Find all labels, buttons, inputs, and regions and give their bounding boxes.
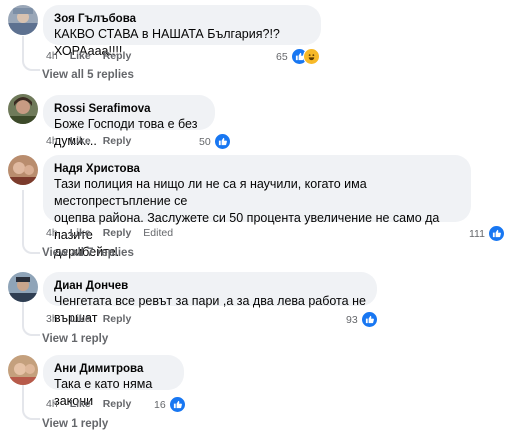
view-replies-label[interactable]: View 1 reply [42,418,108,430]
reply-button[interactable]: Reply [103,227,132,239]
thread-elbow [22,57,40,71]
like-reaction-icon [168,396,186,413]
like-reaction-icon [360,311,378,328]
thread-elbow [22,406,40,420]
reply-button[interactable]: Reply [103,135,132,147]
avatar[interactable] [8,94,38,124]
comment-bubble: Надя Христова Тази полиция на нищо ли не… [43,155,471,259]
like-button[interactable]: Like [70,398,91,410]
haha-reaction-icon [302,48,320,65]
view-replies-label[interactable]: View all 7 replies [42,247,134,259]
reaction-count: 111 [469,227,485,240]
avatar[interactable] [8,5,38,35]
comment-actions: 4h Like Reply [46,50,131,62]
thread-elbow [22,322,40,336]
view-replies-link[interactable]: View all 5 replies [42,69,134,81]
reply-button[interactable]: Reply [103,50,132,62]
view-replies-link[interactable]: View all 7 replies [42,247,134,259]
thread-line [22,36,24,58]
comment-bubble: Зоя Гълъбова КАКВО СТАВА в НАШАТА Българ… [43,5,321,58]
reaction-summary[interactable]: 50 [199,133,231,150]
view-replies-link[interactable]: View 1 reply [42,418,108,430]
view-replies-label[interactable]: View all 5 replies [42,69,134,81]
reaction-count: 65 [276,50,288,63]
reaction-count: 16 [154,398,166,411]
comment-author[interactable]: Ани Димитрова [54,362,173,376]
reply-button[interactable]: Reply [103,398,132,410]
edited-label[interactable]: Edited [143,227,173,239]
comment-time[interactable]: 4h [46,398,58,410]
view-replies-link[interactable]: View 1 reply [42,333,108,345]
like-button[interactable]: Like [70,50,91,62]
comment-time[interactable]: 4h [46,50,58,62]
comment-bubble: Rossi Serafimova Боже Господи това е без… [43,95,215,148]
view-replies-label[interactable]: View 1 reply [42,333,108,345]
like-button[interactable]: Like [70,227,91,239]
reaction-summary[interactable]: 93 [346,311,378,328]
comment-author[interactable]: Диан Дончев [54,279,366,293]
comment-author[interactable]: Rossi Serafimova [54,102,204,116]
comment-actions: 4h Like Reply Edited [46,227,173,239]
like-button[interactable]: Like [70,313,91,325]
reaction-summary[interactable]: 65 [276,48,320,65]
thread-line [22,190,24,242]
avatar[interactable] [8,355,38,385]
comment-actions: 3h Like Reply [46,313,131,325]
comment-actions: 4h Like Reply [46,135,131,147]
comment-text-line: Тази полиция на нищо ли не са я научили,… [54,177,367,208]
comment-bubble: Ани Димитрова Така е като няма закони [43,355,184,408]
comment-time[interactable]: 4h [46,227,58,239]
reaction-summary[interactable]: 111 [469,225,505,242]
thread-elbow [22,240,40,254]
comment-author[interactable]: Зоя Гълъбова [54,12,310,26]
reaction-count: 50 [199,135,211,148]
comment-time[interactable]: 3h [46,313,58,325]
comment-author[interactable]: Надя Христова [54,162,460,176]
avatar[interactable] [8,155,38,185]
reply-button[interactable]: Reply [103,313,132,325]
reaction-count: 93 [346,313,358,326]
avatar[interactable] [8,272,38,302]
comment-bubble: Диан Дончев Ченгетата все ревът за пари … [43,272,377,325]
comment-time[interactable]: 4h [46,135,58,147]
like-button[interactable]: Like [70,135,91,147]
like-reaction-icon [487,225,505,242]
like-reaction-icon [213,133,231,150]
reaction-summary[interactable]: 16 [154,396,186,413]
comment-actions: 4h Like Reply [46,398,131,410]
